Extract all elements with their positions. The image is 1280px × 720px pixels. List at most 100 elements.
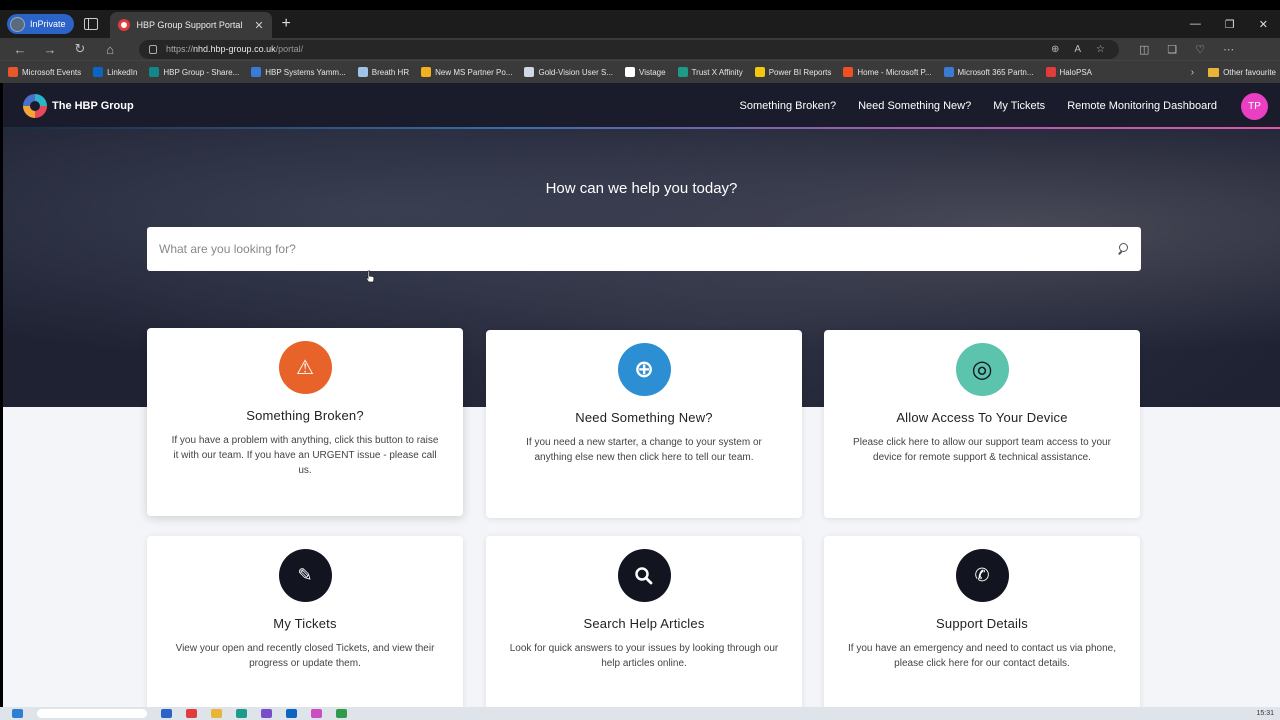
- new-tab-button[interactable]: +: [282, 15, 291, 33]
- bookmark-item[interactable]: Trust X Affinity: [677, 67, 743, 77]
- phone-icon: ✆: [955, 549, 1009, 602]
- bookmark-label: Vistage: [639, 67, 666, 77]
- refresh-icon[interactable]: ↻: [65, 41, 95, 57]
- bookmark-favicon-icon: [1045, 67, 1056, 77]
- bookmark-item[interactable]: Home - Microsoft P...: [843, 67, 932, 77]
- card-title: Support Details: [936, 616, 1028, 631]
- other-favourites-label: Other favourite: [1223, 67, 1276, 77]
- inprivate-badge[interactable]: InPrivate: [7, 14, 74, 34]
- search-icon[interactable]: [1117, 243, 1129, 255]
- taskbar-folder-icon[interactable]: [211, 709, 222, 718]
- bookmark-label: Microsoft Events: [22, 67, 82, 77]
- tab-favicon-icon: [117, 19, 130, 31]
- bookmark-favicon-icon: [524, 67, 535, 77]
- bookmark-favicon-icon: [8, 67, 18, 77]
- bookmark-favicon-icon: [357, 67, 368, 77]
- extension-icon[interactable]: ♡: [1195, 43, 1205, 56]
- bookmark-label: HBP Group - Share...: [163, 67, 240, 77]
- hero-title: How can we help you today?: [545, 180, 738, 197]
- bookmark-item[interactable]: Microsoft 365 Partn...: [943, 67, 1034, 77]
- tab-title: HBP Group Support Portal: [136, 20, 243, 30]
- bookmark-item[interactable]: HaloPSA: [1045, 67, 1092, 77]
- card-allow-access[interactable]: ◎ Allow Access To Your Device Please cli…: [824, 330, 1140, 518]
- more-menu-icon[interactable]: ⋯: [1223, 43, 1234, 56]
- bookmark-label: Home - Microsoft P...: [857, 67, 932, 77]
- taskbar-teams-icon[interactable]: [261, 709, 272, 718]
- bookmark-item[interactable]: New MS Partner Po...: [421, 67, 512, 77]
- card-text: Please click here to allow our support t…: [853, 437, 1111, 463]
- address-field[interactable]: https://nhd.hbp-group.co.uk/portal/ ⊕ A …: [139, 39, 1119, 59]
- bookmark-item[interactable]: LinkedIn: [93, 67, 137, 77]
- favorite-star-icon[interactable]: ☆: [1096, 44, 1105, 55]
- bookmark-favicon-icon: [943, 67, 954, 77]
- card-text: View your open and recently closed Ticke…: [175, 643, 435, 669]
- browser-tab-bar: InPrivate HBP Group Support Portal ✕ + —…: [0, 10, 1280, 38]
- home-icon[interactable]: ⌂: [95, 42, 125, 57]
- taskbar-search-input[interactable]: [37, 709, 147, 718]
- card-search-help[interactable]: Search Help Articles Look for quick answ…: [486, 536, 802, 707]
- bookmark-item[interactable]: Breath HR: [357, 67, 409, 77]
- bookmark-favicon-icon: [421, 67, 432, 77]
- minimize-icon[interactable]: —: [1190, 18, 1201, 31]
- search-articles-icon: [617, 549, 671, 602]
- card-something-broken[interactable]: ⚠ Something Broken? If you have a proble…: [147, 328, 463, 516]
- card-support-details[interactable]: ✆ Support Details If you have an emergen…: [824, 536, 1140, 707]
- taskbar-edge-icon[interactable]: [236, 709, 247, 718]
- bookmark-item[interactable]: Power BI Reports: [754, 67, 831, 77]
- taskbar-app-icon[interactable]: [186, 709, 197, 718]
- bookmark-favicon-icon: [625, 67, 636, 77]
- collections-icon[interactable]: ❏: [1167, 43, 1177, 56]
- site-header: The HBP Group Something Broken? Need Som…: [3, 83, 1280, 129]
- bookmark-item[interactable]: HBP Systems Yamm...: [251, 67, 346, 77]
- forward-icon[interactable]: →: [35, 42, 65, 57]
- main-nav: Something Broken? Need Something New? My…: [739, 92, 1280, 120]
- read-aloud-icon[interactable]: A: [1074, 44, 1081, 55]
- search-input[interactable]: [159, 242, 1117, 256]
- os-taskbar: 15:31: [0, 707, 1280, 720]
- card-my-tickets[interactable]: ✎ My Tickets View your open and recently…: [147, 536, 463, 707]
- site-logo[interactable]: The HBP Group: [23, 94, 134, 118]
- maximize-icon[interactable]: ❐: [1225, 18, 1235, 31]
- folder-icon: [1208, 67, 1220, 77]
- bookmark-label: HaloPSA: [1059, 67, 1092, 77]
- bookmark-item[interactable]: HBP Group - Share...: [149, 67, 239, 77]
- other-favourites-folder[interactable]: Other favourite: [1208, 67, 1276, 77]
- bookmark-favicon-icon: [843, 67, 854, 77]
- bookmark-item[interactable]: Microsoft Events: [8, 67, 81, 77]
- ticket-icon: ✎: [278, 549, 332, 602]
- nav-my-tickets[interactable]: My Tickets: [993, 100, 1045, 112]
- tab-actions-icon[interactable]: [83, 18, 98, 30]
- bookmark-item[interactable]: Vistage: [625, 67, 666, 77]
- favorites-chevron-icon[interactable]: ›: [1191, 67, 1194, 78]
- start-icon[interactable]: [12, 709, 23, 718]
- card-text: If you have an emergency and need to con…: [848, 643, 1116, 669]
- taskbar-app-icon[interactable]: [311, 709, 322, 718]
- user-avatar[interactable]: TP: [1241, 92, 1268, 120]
- window-close-icon[interactable]: ✕: [1259, 18, 1268, 31]
- browser-tab[interactable]: HBP Group Support Portal ✕: [109, 12, 272, 38]
- tab-close-icon[interactable]: ✕: [254, 19, 263, 32]
- card-title: Something Broken?: [246, 408, 364, 423]
- lock-icon[interactable]: [149, 44, 157, 54]
- bookmark-item[interactable]: Gold-Vision User S...: [524, 67, 613, 77]
- nav-need-something-new[interactable]: Need Something New?: [858, 100, 971, 112]
- taskbar-outlook-icon[interactable]: [286, 709, 297, 718]
- card-title: Allow Access To Your Device: [896, 410, 1068, 425]
- split-screen-icon[interactable]: ◫: [1139, 43, 1149, 56]
- taskbar-excel-icon[interactable]: [336, 709, 347, 718]
- taskbar-clock: 15:31: [1256, 710, 1274, 717]
- warning-icon: ⚠: [278, 341, 332, 394]
- card-text: If you need a new starter, a change to y…: [526, 437, 762, 463]
- profile-avatar: [10, 16, 25, 32]
- support-portal-page: The HBP Group Something Broken? Need Som…: [3, 83, 1280, 707]
- lifebuoy-icon: ◎: [955, 343, 1009, 396]
- card-need-something-new[interactable]: ⊕ Need Something New? If you need a new …: [486, 330, 802, 518]
- card-text: If you have a problem with anything, cli…: [171, 435, 439, 476]
- bookmark-favicon-icon: [251, 67, 262, 77]
- nav-something-broken[interactable]: Something Broken?: [739, 100, 836, 112]
- zoom-icon[interactable]: ⊕: [1051, 44, 1059, 55]
- nav-remote-monitoring[interactable]: Remote Monitoring Dashboard: [1067, 100, 1217, 112]
- taskbar-app-icon[interactable]: [161, 709, 172, 718]
- back-icon[interactable]: ←: [5, 42, 35, 57]
- search-bar: [147, 227, 1141, 271]
